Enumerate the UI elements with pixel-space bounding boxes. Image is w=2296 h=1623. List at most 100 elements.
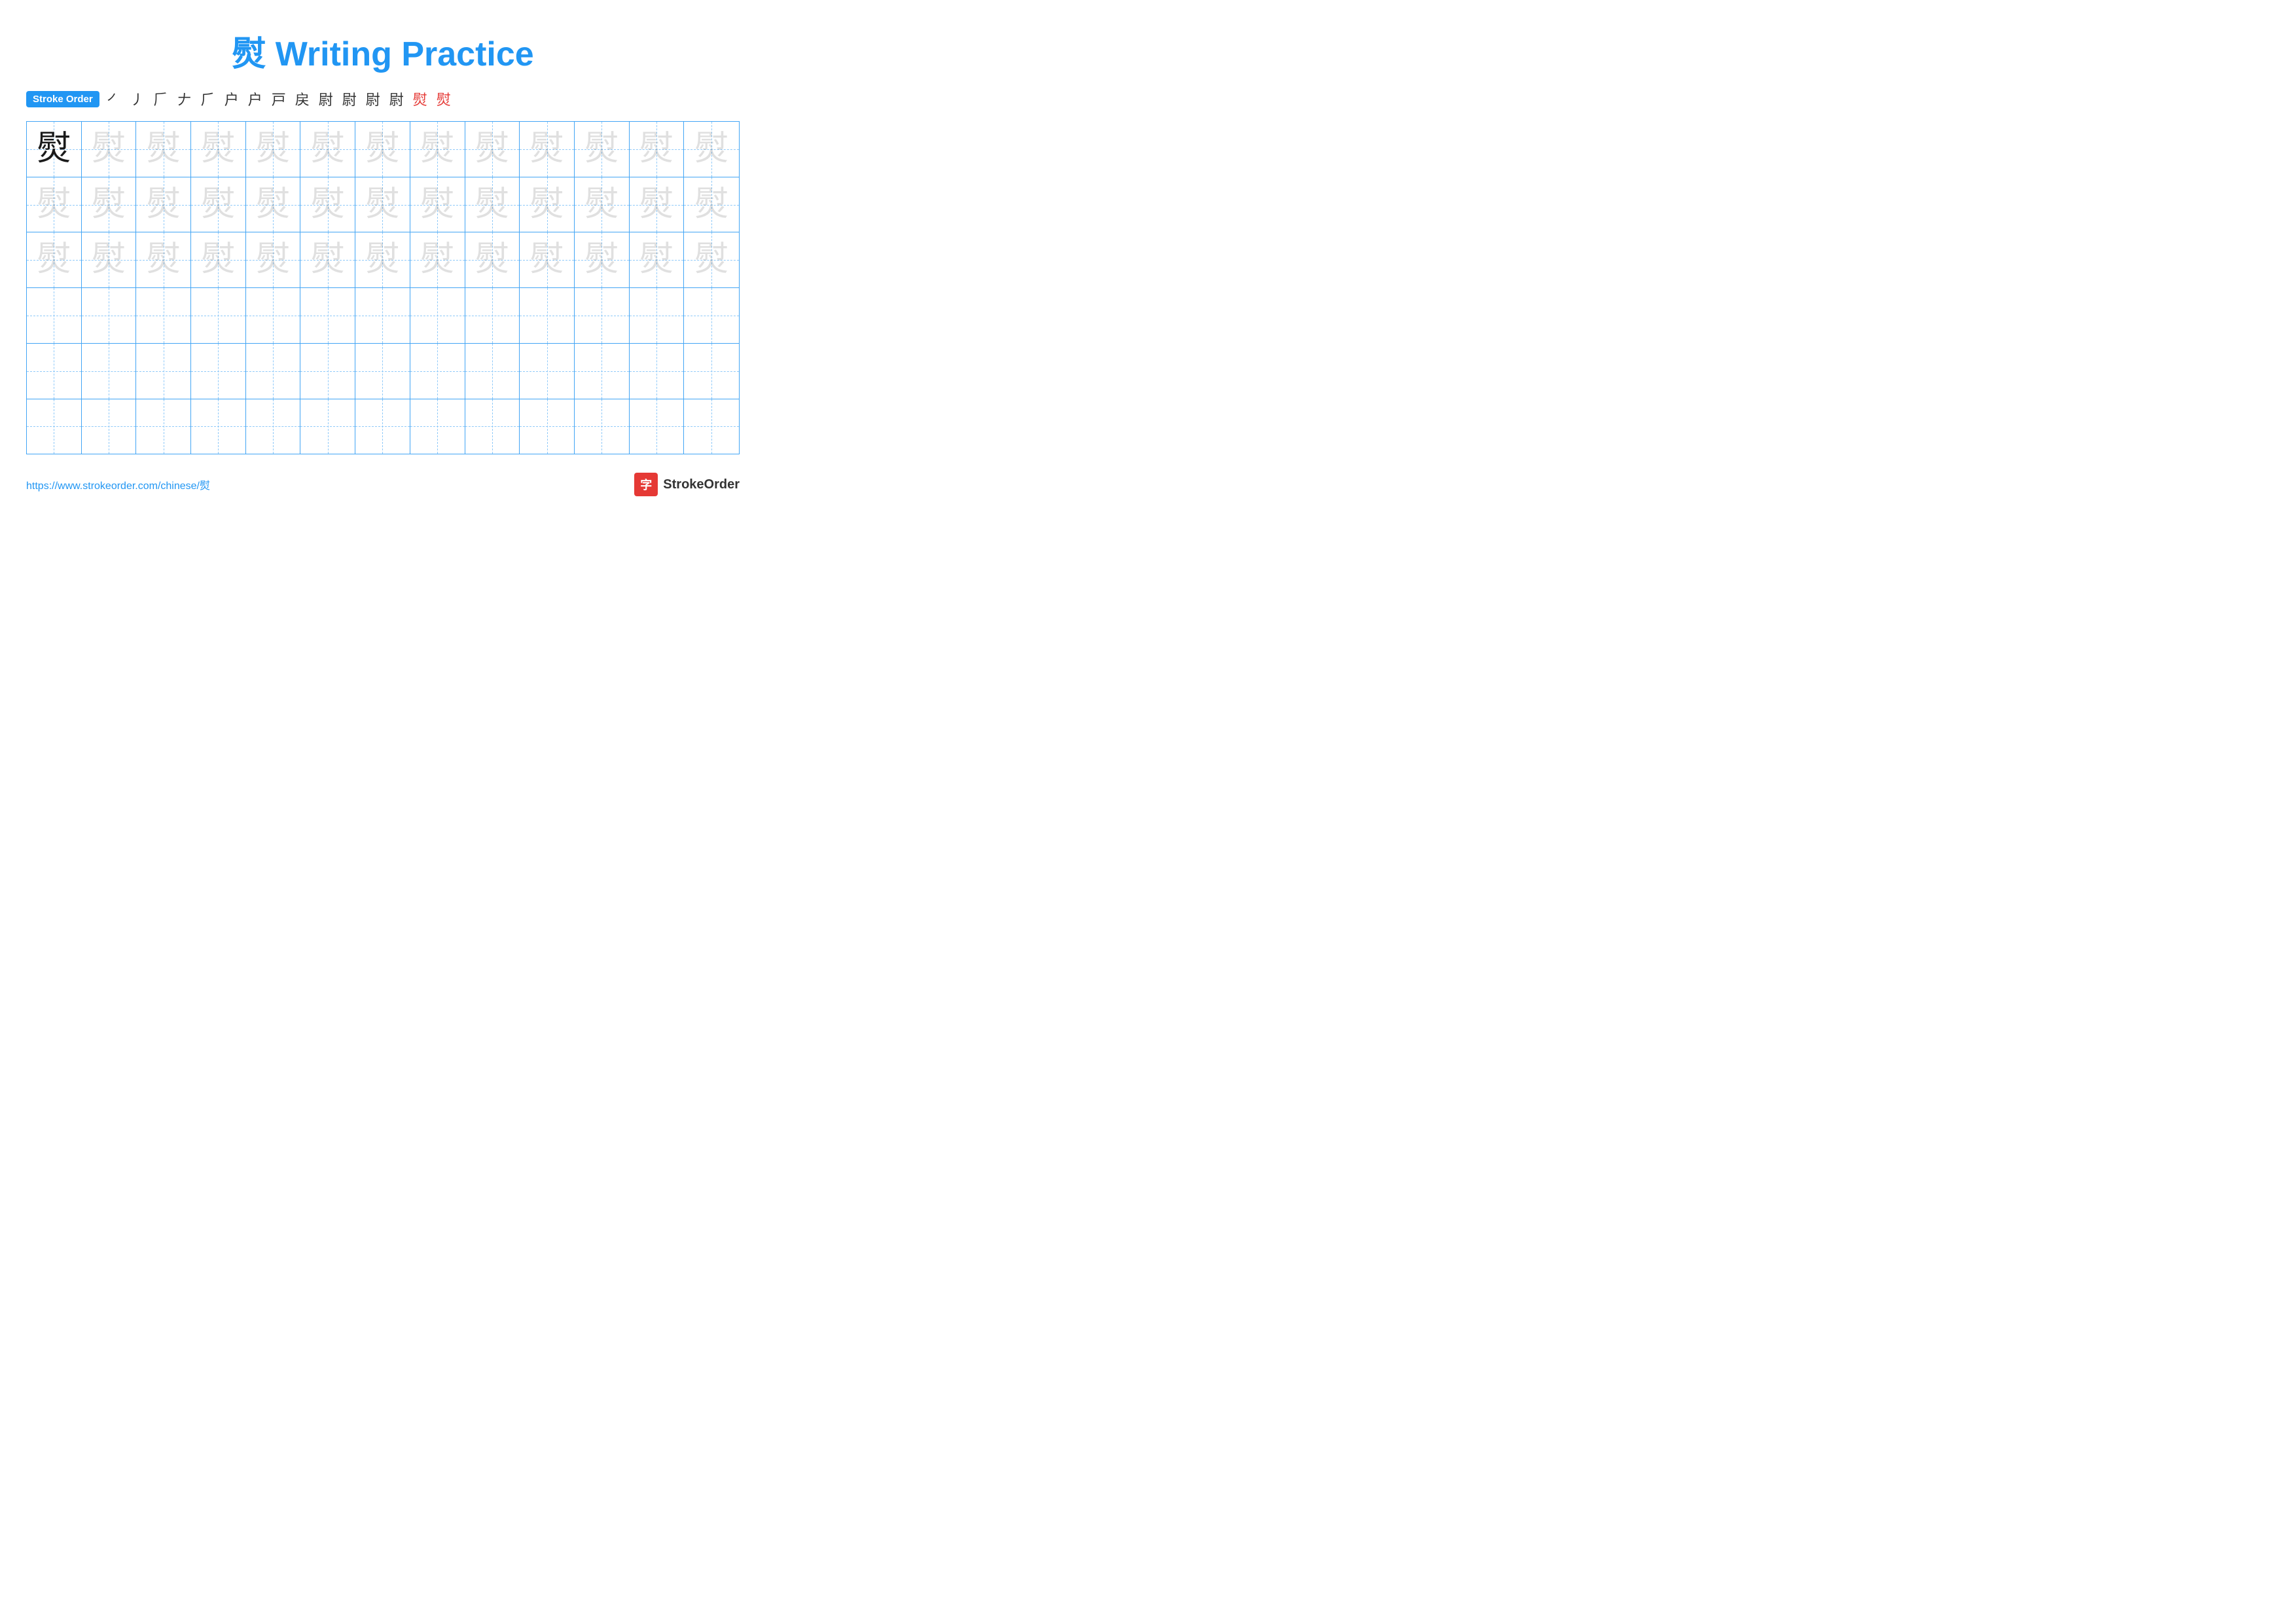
grid-cell[interactable]: 熨 [82,232,137,287]
grid-cell[interactable] [82,288,137,343]
grid-row [27,344,739,399]
grid-cell[interactable] [191,399,246,454]
grid-cell[interactable] [410,344,465,399]
grid-row [27,399,739,454]
grid-cell[interactable] [246,399,301,454]
grid-cell[interactable]: 熨 [191,232,246,287]
grid-cell[interactable] [300,399,355,454]
grid-cell[interactable]: 熨 [246,177,301,232]
grid-cell[interactable] [27,344,82,399]
grid-cell[interactable]: 熨 [465,122,520,177]
grid-cell[interactable]: 熨 [27,177,82,232]
cell-character: 熨 [584,243,619,277]
grid-cell[interactable] [410,288,465,343]
cell-character: 熨 [92,132,126,166]
grid-cell[interactable]: 熨 [191,122,246,177]
grid-cell[interactable]: 熨 [684,122,739,177]
grid-cell[interactable]: 熨 [520,232,575,287]
cell-character: 熨 [420,132,454,166]
grid-cell[interactable]: 熨 [410,232,465,287]
grid-cell[interactable]: 熨 [520,177,575,232]
grid-cell[interactable] [27,399,82,454]
grid-cell[interactable]: 熨 [630,122,685,177]
grid-cell[interactable] [27,288,82,343]
grid-cell[interactable]: 熨 [575,232,630,287]
cell-character: 熨 [694,188,728,222]
grid-cell[interactable]: 熨 [465,177,520,232]
cell-character: 熨 [37,132,71,166]
grid-cell[interactable]: 熨 [630,232,685,287]
grid-cell[interactable]: 熨 [246,122,301,177]
grid-cell[interactable]: 熨 [575,177,630,232]
practice-grid: 熨熨熨熨熨熨熨熨熨熨熨熨熨熨熨熨熨熨熨熨熨熨熨熨熨熨熨熨熨熨熨熨熨熨熨熨熨熨熨 [26,121,740,454]
grid-row: 熨熨熨熨熨熨熨熨熨熨熨熨熨 [27,122,739,177]
grid-cell[interactable] [575,288,630,343]
grid-cell[interactable] [191,344,246,399]
grid-cell[interactable]: 熨 [136,177,191,232]
grid-cell[interactable] [465,344,520,399]
grid-cell[interactable] [300,344,355,399]
grid-cell[interactable] [136,288,191,343]
cell-character: 熨 [311,132,345,166]
stroke-char: 户 [246,88,264,109]
grid-cell[interactable] [191,288,246,343]
grid-cell[interactable]: 熨 [136,232,191,287]
grid-cell[interactable] [465,399,520,454]
grid-cell[interactable]: 熨 [684,177,739,232]
brand: 字 StrokeOrder [634,473,740,496]
grid-cell[interactable]: 熨 [136,122,191,177]
grid-cell[interactable]: 熨 [465,232,520,287]
grid-cell[interactable] [465,288,520,343]
grid-cell[interactable] [684,288,739,343]
grid-cell[interactable]: 熨 [684,232,739,287]
cell-character: 熨 [530,188,564,222]
grid-cell[interactable]: 熨 [27,232,82,287]
grid-cell[interactable]: 熨 [410,122,465,177]
grid-cell[interactable]: 熨 [300,177,355,232]
grid-cell[interactable] [136,344,191,399]
grid-cell[interactable] [82,344,137,399]
grid-cell[interactable]: 熨 [575,122,630,177]
grid-cell[interactable] [684,399,739,454]
grid-cell[interactable]: 熨 [246,232,301,287]
cell-character: 熨 [311,188,345,222]
grid-cell[interactable]: 熨 [355,232,410,287]
stroke-char: 户 [223,88,241,109]
grid-cell[interactable] [355,288,410,343]
grid-cell[interactable] [630,399,685,454]
grid-cell[interactable] [520,399,575,454]
grid-cell[interactable]: 熨 [82,122,137,177]
grid-cell[interactable] [136,399,191,454]
grid-cell[interactable] [82,399,137,454]
cell-character: 熨 [639,132,673,166]
grid-cell[interactable] [300,288,355,343]
grid-cell[interactable] [355,344,410,399]
grid-cell[interactable] [575,344,630,399]
grid-cell[interactable] [684,344,739,399]
grid-cell[interactable] [355,399,410,454]
grid-cell[interactable]: 熨 [300,232,355,287]
grid-cell[interactable] [246,288,301,343]
grid-cell[interactable]: 熨 [82,177,137,232]
grid-cell[interactable] [575,399,630,454]
grid-cell[interactable]: 熨 [355,177,410,232]
grid-cell[interactable]: 熨 [355,122,410,177]
grid-cell[interactable]: 熨 [191,177,246,232]
grid-cell[interactable] [630,344,685,399]
stroke-char: 𠂆 [152,88,170,109]
grid-cell[interactable] [520,288,575,343]
footer-url[interactable]: https://www.strokeorder.com/chinese/熨 [26,477,210,492]
grid-cell[interactable]: 熨 [27,122,82,177]
grid-cell[interactable] [246,344,301,399]
grid-cell[interactable]: 熨 [520,122,575,177]
grid-cell[interactable] [410,399,465,454]
grid-cell[interactable]: 熨 [630,177,685,232]
grid-cell[interactable] [630,288,685,343]
cell-character: 熨 [365,243,399,277]
footer: https://www.strokeorder.com/chinese/熨 字 … [26,473,740,496]
stroke-char: ⺁ [199,88,217,109]
cell-character: 熨 [256,243,290,277]
grid-cell[interactable] [520,344,575,399]
grid-cell[interactable]: 熨 [300,122,355,177]
grid-cell[interactable]: 熨 [410,177,465,232]
